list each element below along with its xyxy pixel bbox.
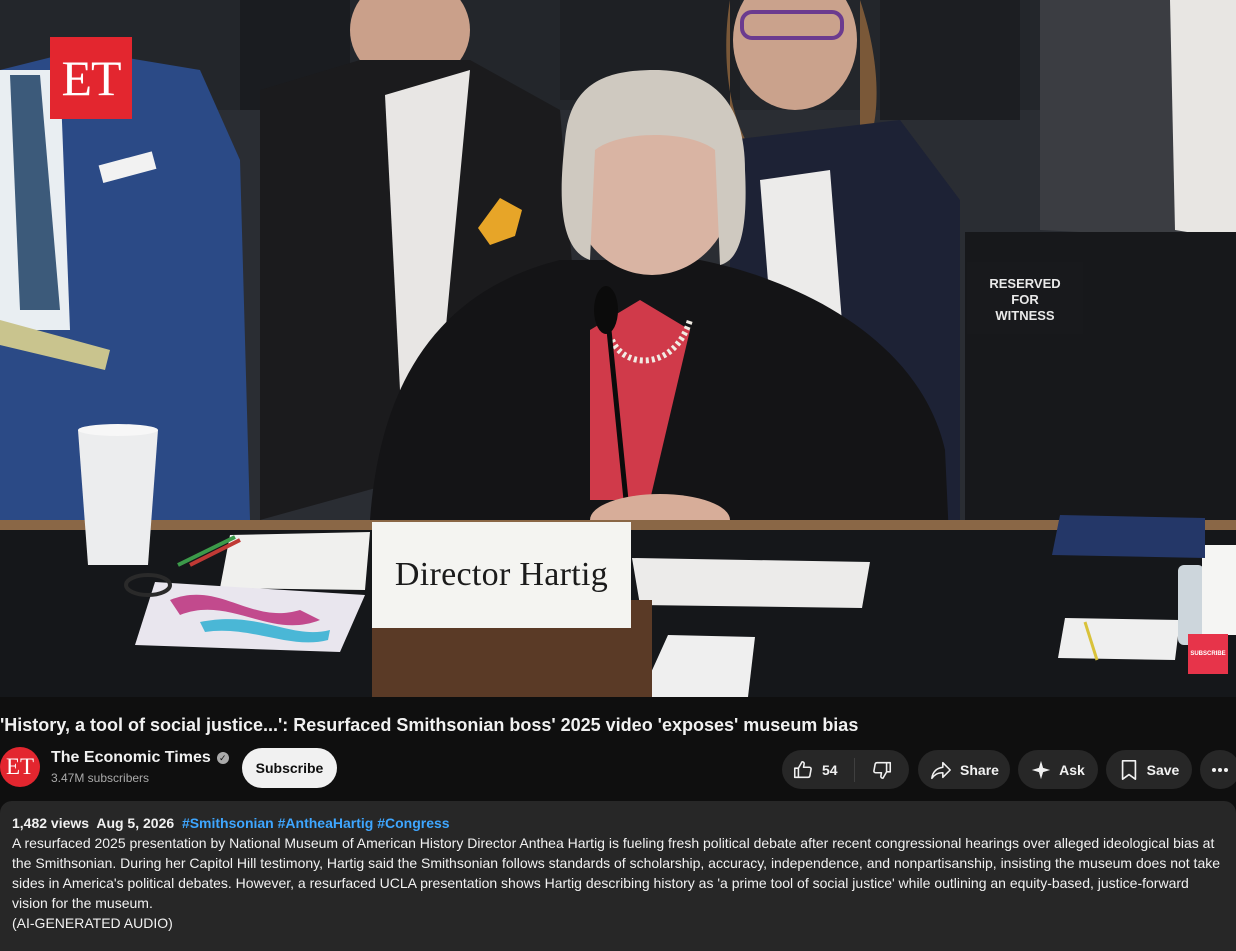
bookmark-icon <box>1119 759 1139 781</box>
more-horizontal-icon <box>1211 767 1229 773</box>
reserved-sign-line: WITNESS <box>995 308 1055 323</box>
description-box[interactable]: 1,482 views Aug 5, 2026 #Smithsonian #An… <box>0 801 1236 951</box>
hashtag-link[interactable]: #AntheaHartig <box>278 815 374 831</box>
ask-label: Ask <box>1059 761 1085 778</box>
video-player[interactable]: ET RESERVED FOR WITNESS Director Hartig … <box>0 0 1236 697</box>
subscriber-count: 3.47M subscribers <box>51 771 150 785</box>
thumbs-up-icon <box>792 759 814 781</box>
description-text: A resurfaced 2025 presentation by Nation… <box>12 835 1221 911</box>
reserved-for-witness-sign: RESERVED FOR WITNESS <box>967 262 1083 334</box>
like-count: 54 <box>822 761 838 778</box>
ask-button[interactable]: Ask <box>1018 750 1098 789</box>
channel-name[interactable]: The Economic Times <box>51 749 211 767</box>
like-dislike-group: 54 <box>782 750 909 789</box>
reserved-sign-line: FOR <box>1011 292 1039 307</box>
like-button[interactable]: 54 <box>782 750 854 789</box>
nameplate: Director Hartig <box>372 522 631 628</box>
hashtag-link[interactable]: #Smithsonian <box>182 815 274 831</box>
channel-name-row[interactable]: The Economic Times ✓ <box>51 749 229 767</box>
thumbs-down-icon <box>871 759 893 781</box>
verified-check-icon: ✓ <box>216 752 229 764</box>
share-button[interactable]: Share <box>918 750 1010 789</box>
et-logo: ET <box>50 37 132 119</box>
video-title: 'History, a tool of social justice...': … <box>0 715 859 735</box>
more-actions-button[interactable] <box>1200 750 1236 789</box>
description-meta: 1,482 views Aug 5, 2026 #Smithsonian #An… <box>12 814 1224 832</box>
share-label: Share <box>960 761 999 778</box>
ai-audio-note: (AI-GENERATED AUDIO) <box>12 915 173 931</box>
video-subscribe-overlay[interactable]: SUBSCRIBE <box>1188 634 1228 674</box>
channel-avatar[interactable]: ET <box>0 747 40 787</box>
sparkle-icon <box>1031 760 1051 780</box>
share-arrow-icon <box>929 759 953 781</box>
save-button[interactable]: Save <box>1106 750 1192 789</box>
view-count: 1,482 views <box>12 815 90 831</box>
subscribe-button[interactable]: Subscribe <box>242 748 337 788</box>
save-label: Save <box>1146 761 1180 778</box>
dislike-button[interactable] <box>855 750 909 789</box>
hashtag-link[interactable]: #Congress <box>377 815 449 831</box>
reserved-sign-line: RESERVED <box>989 276 1061 291</box>
upload-date: Aug 5, 2026 <box>96 815 175 831</box>
